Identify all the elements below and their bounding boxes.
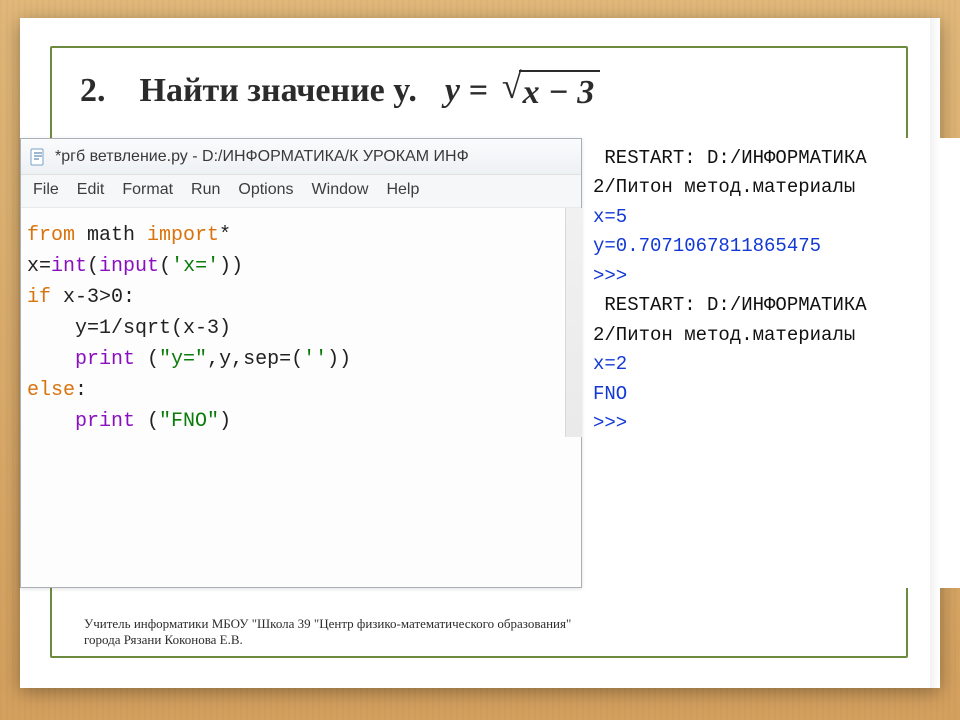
editor-title: *ргб ветвление.ру - D:/ИНФОРМАТИКА/К УРО… [55, 148, 469, 166]
heading-title: Найти значение y. [140, 72, 417, 110]
l7b: ( [135, 410, 159, 433]
fn-int: int [51, 255, 87, 278]
kw-else: else [27, 379, 75, 402]
l2a: x= [27, 255, 51, 278]
editor-menubar: File Edit Format Run Options Window Help [21, 175, 581, 208]
kw-import: import [147, 224, 219, 247]
l6c: : [75, 379, 87, 402]
slide-heading: 2. Найти значение y. y = √ x − 3 [80, 70, 600, 112]
slide-card: 2. Найти значение y. y = √ x − 3 *ргб ве… [20, 18, 940, 688]
fn-print1: print [75, 348, 135, 371]
idle-shell-output: RESTART: D:/ИНФОРМАТИКА 2/Питон метод.ма… [585, 138, 960, 588]
l7a [27, 410, 75, 433]
code-area[interactable]: from math import* x=int(input('x=')) if … [21, 208, 581, 437]
heading-formula: y = √ x − 3 [445, 70, 600, 112]
l2b: ( [87, 255, 99, 278]
footer-line-1: Учитель информатики МБОУ "Школа 39 "Цент… [84, 616, 804, 632]
slide-footer: Учитель информатики МБОУ "Школа 39 "Цент… [84, 616, 804, 649]
l5c: ,y,sep=( [207, 348, 303, 371]
star: * [219, 224, 231, 247]
mod-math: math [75, 224, 147, 247]
idle-editor-window: *ргб ветвление.ру - D:/ИНФОРМАТИКА/К УРО… [20, 138, 582, 588]
python-file-icon [29, 148, 47, 166]
menu-format[interactable]: Format [122, 181, 173, 199]
restart-2a: RESTART: D:/ИНФОРМАТИКА [593, 294, 867, 316]
editor-scrollbar[interactable] [565, 208, 582, 437]
sqrt-expression: √ x − 3 [502, 70, 600, 112]
str-empty: '' [303, 348, 327, 371]
l4: y=1/sqrt(x-3) [27, 317, 231, 340]
kw-from: from [27, 224, 75, 247]
prompt-1: >>> [593, 265, 639, 287]
l2d: )) [219, 255, 243, 278]
formula-lhs: y = [445, 72, 488, 110]
restart-1a: RESTART: D:/ИНФОРМАТИКА [593, 147, 867, 169]
cond: x-3>0: [51, 286, 135, 309]
out-x1: x=5 [593, 206, 627, 228]
str-yeq: "y=" [159, 348, 207, 371]
out-fno: FNO [593, 383, 627, 405]
radical-icon: √ [502, 68, 522, 104]
footer-line-2: города Рязани Коконова Е.В. [84, 632, 804, 648]
editor-titlebar: *ргб ветвление.ру - D:/ИНФОРМАТИКА/К УРО… [21, 139, 581, 175]
restart-1b: 2/Питон метод.материалы [593, 176, 855, 198]
restart-2b: 2/Питон метод.материалы [593, 324, 855, 346]
heading-number: 2. [80, 72, 106, 110]
page-edge-shadow [930, 18, 940, 688]
menu-run[interactable]: Run [191, 181, 220, 199]
menu-help[interactable]: Help [386, 181, 419, 199]
menu-file[interactable]: File [33, 181, 59, 199]
str-xeq: 'x=' [171, 255, 219, 278]
prompt-2: >>> [593, 412, 639, 434]
out-y1: y=0.7071067811865475 [593, 235, 821, 257]
l5a [27, 348, 75, 371]
l5b: ( [135, 348, 159, 371]
kw-if: if [27, 286, 51, 309]
menu-options[interactable]: Options [238, 181, 293, 199]
str-fno: "FNO" [159, 410, 219, 433]
menu-window[interactable]: Window [312, 181, 369, 199]
l5d: )) [327, 348, 351, 371]
formula-radicand: x − 3 [519, 70, 601, 112]
out-x2: x=2 [593, 353, 627, 375]
l7c: ) [219, 410, 231, 433]
menu-edit[interactable]: Edit [77, 181, 105, 199]
fn-print2: print [75, 410, 135, 433]
l2c: ( [159, 255, 171, 278]
fn-input: input [99, 255, 159, 278]
